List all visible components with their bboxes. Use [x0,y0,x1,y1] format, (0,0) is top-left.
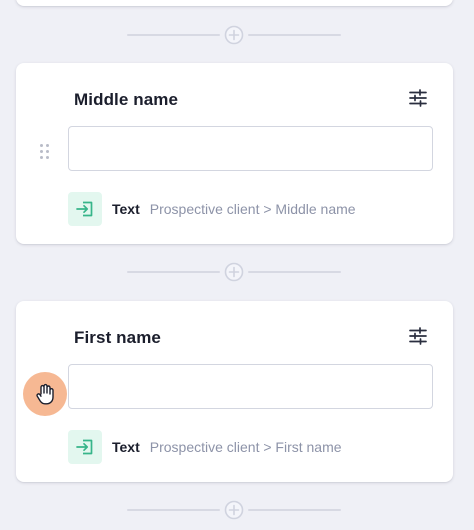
connector-line [127,509,220,511]
connector-line [127,34,220,36]
connector-line [248,509,341,511]
field-card-middle-name: Middle name Text Prospective client > Mi… [16,63,453,244]
field-card-first-name: First name Text Prospective client > Fir… [16,301,453,482]
sliders-icon[interactable] [409,89,427,107]
first-name-input[interactable] [68,364,433,409]
add-field-connector [127,262,341,282]
mapping-type: Text [112,439,140,455]
field-card-previous [16,0,453,6]
field-title: First name [74,328,161,347]
connector-line [248,271,341,273]
import-icon [68,192,102,226]
plus-circle-icon[interactable] [224,262,244,282]
connector-line [127,271,220,273]
field-mapping: Text Prospective client > Middle name [68,192,356,226]
plus-circle-icon[interactable] [224,500,244,520]
connector-line [248,34,341,36]
cursor-highlight [23,372,67,416]
mapping-path: Prospective client > Middle name [149,201,356,217]
field-title: Middle name [74,90,179,109]
add-field-connector [127,500,341,520]
sliders-icon[interactable] [409,327,427,345]
mapping-path: Prospective client > First name [149,439,342,455]
field-mapping: Text Prospective client > First name [68,430,342,464]
plus-circle-icon[interactable] [224,25,244,45]
hand-cursor-icon [36,383,54,405]
middle-name-input[interactable] [68,126,433,171]
mapping-type: Text [112,201,140,217]
drag-handle-icon[interactable] [40,144,50,160]
add-field-connector [127,25,341,45]
import-icon [68,430,102,464]
